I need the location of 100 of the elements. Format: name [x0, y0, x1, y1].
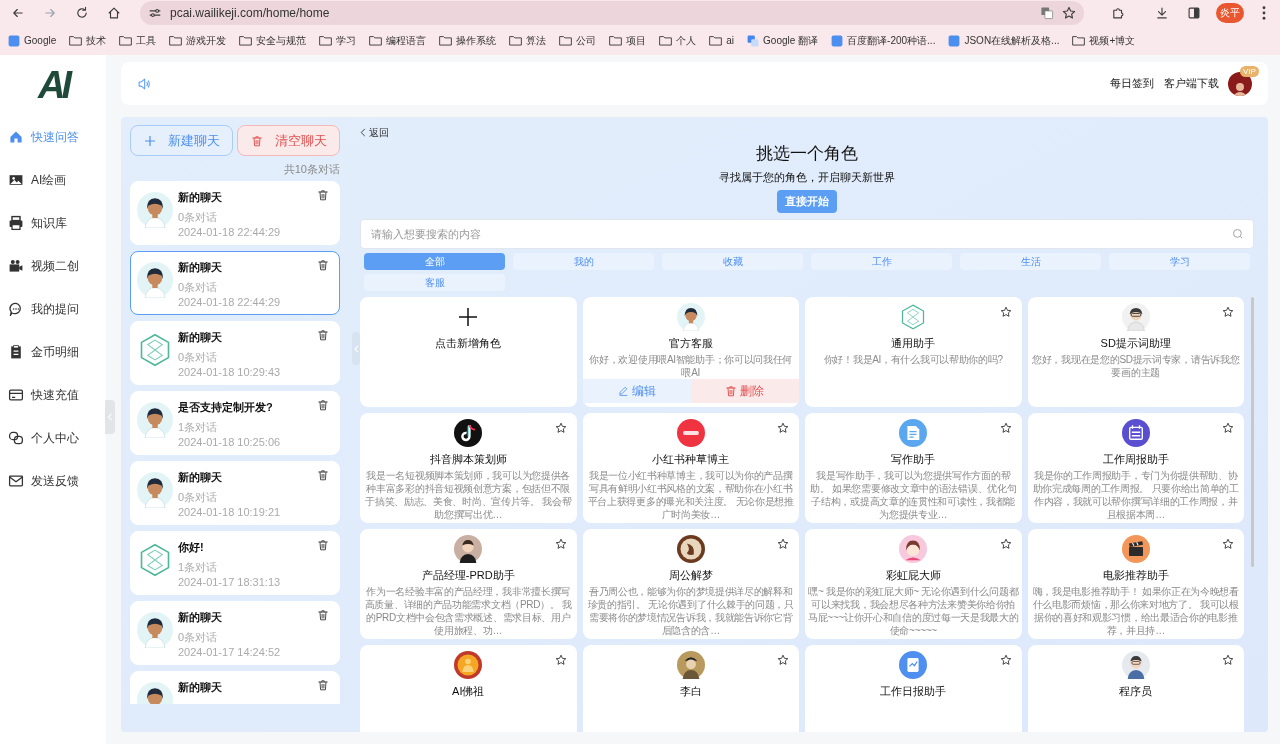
- clipboard-icon: [8, 344, 24, 360]
- speaker-icon: [137, 76, 151, 91]
- sidebar-item[interactable]: 我的提问: [8, 298, 106, 320]
- bookmark[interactable]: 个人: [659, 33, 697, 48]
- bookmark[interactable]: 项目: [609, 33, 647, 48]
- address-bar[interactable]: pcai.wailikeji.com/home/home: [140, 1, 1084, 25]
- bookmark[interactable]: 工具: [119, 33, 157, 48]
- role-card[interactable]: 彩虹屁大师 嘿~ 我是你的彩虹屁大师~ 无论你遇到什么问题都可以来找我，我会想尽各种方法来赞美你给你拍马屁~~~让你开心和自信的度过每一天是我最大的使命~~~~~: [805, 528, 1022, 639]
- role-card[interactable]: 周公解梦 吾乃周公也，能够为你的梦境提供详尽的解释和珍贵的指引。 无论你遇到了什么棘手的问题，只需要将你的梦境情况告诉我，我就能告诉你它背后隐含的含…: [582, 528, 799, 639]
- folder-icon: [559, 35, 573, 46]
- bookmark[interactable]: 学习: [319, 33, 357, 48]
- star-icon: [1222, 305, 1234, 318]
- add-role-card[interactable]: 点击新增角色: [360, 296, 577, 407]
- role-card[interactable]: 工作周报助手 我是你的工作周报助手，专门为你提供帮助、协助你完成每周的工作周报。 只要你给出简单的工作内容，我就可以帮你撰写详细的工作周报，并且根据本周…: [1027, 412, 1244, 523]
- folder-icon: [509, 35, 523, 46]
- role-description: 吾乃周公也，能够为你的梦境提供详尽的解释和珍贵的指引。 无论你遇到了什么棘手的问题，只需要将你的梦境情况告诉我，我就能告诉你它背后隐含的含…: [586, 584, 795, 637]
- bookmark[interactable]: 算法: [509, 33, 547, 48]
- role-card[interactable]: 小红书种草博主 我是一位小红书种草博主，我可以为你的产品撰写具有鲜明小红书风格的文案，帮助你在小红书平台上获得更多的曝光和关注度。 无论你是想推广时尚美妆…: [582, 412, 799, 523]
- role-card[interactable]: 程序员: [1027, 644, 1244, 732]
- sidebar-item[interactable]: AI绘画: [8, 169, 106, 191]
- chat-item[interactable]: 你好! 1条对话 2024-01-17 18:31:13: [130, 531, 340, 595]
- sidebar-item[interactable]: 发送反馈: [8, 470, 106, 492]
- forward-arrow-icon: [43, 6, 57, 20]
- bookmark-star-icon: [1062, 6, 1076, 20]
- chat-time: 2024-01-18 10:29:43: [178, 364, 282, 380]
- chevron-left-icon: [353, 344, 359, 353]
- trash-icon: [725, 384, 738, 397]
- role-card[interactable]: 通用助手 你好！我是AI，有什么我可以帮助你的吗?: [805, 296, 1022, 407]
- bookmark[interactable]: Google 翻译: [747, 33, 819, 48]
- chat-title: 新的聊天: [178, 330, 223, 345]
- star-icon: [1222, 537, 1234, 550]
- role-title: 官方客服: [668, 335, 713, 350]
- bookmark[interactable]: JSON在线解析及格...: [948, 33, 1060, 48]
- site-icon: [831, 34, 844, 47]
- bookmark[interactable]: 编程语言: [369, 33, 427, 48]
- header-link[interactable]: 每日签到: [1110, 75, 1154, 92]
- chat-item[interactable]: 新的聊天 0条对话 2024-01-18 10:29:43: [130, 321, 340, 385]
- person-avatar-icon: [1121, 302, 1150, 331]
- conversation-count: 共10条对话: [283, 162, 340, 177]
- chat-time: 2024-01-18 22:44:29: [178, 294, 282, 310]
- role-card[interactable]: 电影推荐助手 嗨，我是电影推荐助手！ 如果你正在为今晚想看什么电影而烦恼，那么你来对地方了。 我可以根据你的喜好和观影习惯，给出最适合你的电影推荐，并且持…: [1027, 528, 1244, 639]
- role-card[interactable]: 产品经理-PRD助手 作为一名经验丰富的产品经理，我非常擅长撰写高质量、详细的产品功能需求文档（PRD）。 我的PRD文档中会包含需求概述、需求目标、用户使用旅程、功…: [360, 528, 577, 639]
- person-silhouette-icon: [1232, 81, 1248, 96]
- bookmark[interactable]: 公司: [559, 33, 597, 48]
- sidebar-item[interactable]: 知识库: [8, 212, 106, 234]
- sidebar-item[interactable]: 快速充值: [8, 384, 106, 406]
- role-title: 程序员: [1119, 683, 1153, 698]
- role-title: 产品经理-PRD助手: [421, 567, 515, 582]
- profile-button[interactable]: 炎平: [1216, 3, 1244, 23]
- collapse-handle[interactable]: [352, 332, 360, 365]
- role-description: 你好，欢迎使用喂AI智能助手；你可以问我任何喂AI: [588, 352, 794, 379]
- avatar-icon: [137, 402, 173, 438]
- chat-item[interactable]: 新的聊天 0条对话 2024-01-18 22:44:29: [130, 181, 340, 245]
- chat-item[interactable]: 新的聊天 0条对话 2024-01-17 14:24:52: [130, 601, 340, 665]
- document-icon: [899, 418, 928, 447]
- sidebar-item[interactable]: 个人中心: [8, 427, 106, 449]
- chat-time: 2024-01-18 10:19:21: [178, 504, 282, 520]
- scrollbar[interactable]: [1251, 296, 1254, 567]
- chat-item[interactable]: 新的聊天 0条对话 2024-01-18 22:44:29: [130, 251, 340, 315]
- poet-portrait-icon: [676, 650, 705, 679]
- reload-icon: [75, 6, 89, 20]
- role-description: 我是你的工作周报助手，专门为你提供帮助、协助你完成每周的工作周报。 只要你给出简单的工作内容，我就可以帮你撰写详细的工作周报，并且根据本周…: [1031, 468, 1240, 521]
- bookmark[interactable]: Google: [8, 33, 57, 48]
- bookmark[interactable]: 游戏开发: [169, 33, 227, 48]
- role-card[interactable]: 李白: [582, 644, 799, 732]
- bookmark[interactable]: 视频+博文: [1072, 33, 1136, 48]
- role-card[interactable]: 抖音脚本策划师 我是一名短视频脚本策划师，我可以为您提供各种丰富多彩的抖音短视频创意方案，包括但不限于搞笑、励志、美食、时尚、宣传片等。 我会帮助您撰写出优…: [360, 412, 577, 523]
- more-menu-icon: [1262, 6, 1266, 20]
- role-description: 我是一位小红书种草博主，我可以为你的产品撰写具有鲜明小红书风格的文案，帮助你在小红书平台上获得更多的曝光和关注度。 无论你是想推广时尚美妆…: [586, 468, 795, 521]
- role-description: 您好，我现在是您的SD提示词专家，请告诉我您要画的主题: [1031, 352, 1241, 379]
- round-badge-icon: [676, 418, 705, 447]
- bookmark[interactable]: ai: [709, 33, 735, 48]
- header-link[interactable]: 客户端下载: [1164, 75, 1219, 92]
- role-card[interactable]: AI佛祖: [360, 644, 577, 732]
- sidebar-item[interactable]: 金币明细: [8, 341, 106, 363]
- back-link[interactable]: 返回: [360, 125, 389, 140]
- site-icon: [948, 34, 961, 47]
- chat-title: 新的聊天: [178, 470, 223, 485]
- bookmark[interactable]: 安全与规范: [239, 33, 307, 48]
- chat-item[interactable]: 新的聊天: [130, 671, 340, 704]
- bookmark[interactable]: 操作系统: [439, 33, 497, 48]
- bookmark[interactable]: 技术: [69, 33, 107, 48]
- collapse-handle[interactable]: [105, 400, 115, 434]
- search-field[interactable]: 请输入想要搜索的内容: [360, 218, 1254, 249]
- role-card[interactable]: 写作助手 我是写作助手，我可以为您提供写作方面的帮助。 如果您需要修改文章中的语法错误、优化句子结构，或提高文章的连贯性和可读性，我都能为您提供专业…: [805, 412, 1022, 523]
- plus-icon: [458, 306, 479, 327]
- man-avatar-icon: [454, 534, 483, 563]
- pencil-icon: [617, 385, 629, 396]
- star-icon: [1222, 421, 1234, 434]
- role-title: 通用助手: [891, 335, 936, 350]
- sidebar-item[interactable]: 视频二创: [8, 255, 106, 277]
- chat-item[interactable]: 是否支持定制开发? 1条对话 2024-01-18 10:25:06: [130, 391, 340, 455]
- chat-item[interactable]: 新的聊天 0条对话 2024-01-18 10:19:21: [130, 461, 340, 525]
- bookmark[interactable]: 百度翻译-200种语...: [831, 33, 936, 48]
- trash-icon: [317, 329, 329, 341]
- star-icon: [554, 421, 567, 434]
- role-card[interactable]: SD提示词助理 您好，我现在是您的SD提示词专家，请告诉我您要画的主题: [1027, 296, 1244, 407]
- role-description: 嗨，我是电影推荐助手！ 如果你正在为今晚想看什么电影而烦恼，那么你来对地方了。 我可以根据你的喜好和观影习惯，给出最适合你的电影推荐，并且持…: [1031, 584, 1240, 637]
- role-card[interactable]: 工作日报助手: [805, 644, 1022, 732]
- role-title: SD提示词助理: [1100, 335, 1171, 350]
